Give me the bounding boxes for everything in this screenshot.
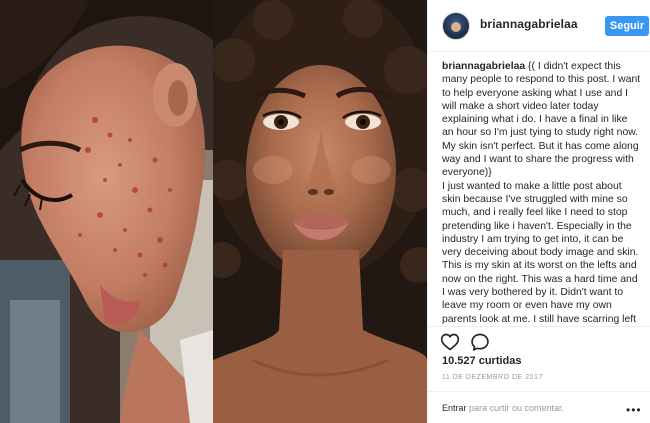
after-photo-illustration — [213, 0, 427, 423]
more-options-icon[interactable]: ••• — [626, 403, 642, 417]
caption: briannagabrielaa {( I didn't expect this… — [428, 60, 650, 325]
heart-icon[interactable] — [440, 332, 460, 352]
like-count[interactable]: 10.527 curtidas — [442, 355, 522, 367]
before-photo-illustration — [0, 0, 213, 423]
comment-icon[interactable] — [470, 332, 490, 352]
post-header: briannagabrielaa Seguir — [428, 0, 650, 52]
before-photo — [0, 0, 213, 423]
follow-button[interactable]: Seguir — [605, 16, 649, 36]
post-date: 11 DE DEZEMBRO DE 2017 — [442, 374, 543, 381]
action-bar — [428, 326, 650, 354]
after-photo — [213, 0, 427, 423]
avatar-face — [451, 22, 461, 32]
comment-box: Entrar para curtir ou comentar. ••• — [428, 391, 650, 423]
post-sidebar: briannagabrielaa Seguir briannagabrielaa… — [427, 0, 650, 423]
comment-prompt-text: para curtir ou comentar. — [466, 403, 565, 413]
login-link[interactable]: Entrar — [442, 403, 467, 413]
comment-prompt: Entrar para curtir ou comentar. — [442, 403, 564, 413]
caption-area[interactable]: briannagabrielaa {( I didn't expect this… — [428, 60, 650, 325]
instagram-post: briannagabrielaa Seguir briannagabrielaa… — [0, 0, 650, 423]
caption-text: {( I didn't expect this many people to r… — [442, 61, 641, 325]
post-photo[interactable] — [0, 0, 427, 423]
avatar[interactable] — [442, 12, 470, 40]
username[interactable]: briannagabrielaa — [480, 17, 578, 31]
caption-username[interactable]: briannagabrielaa — [442, 61, 525, 72]
